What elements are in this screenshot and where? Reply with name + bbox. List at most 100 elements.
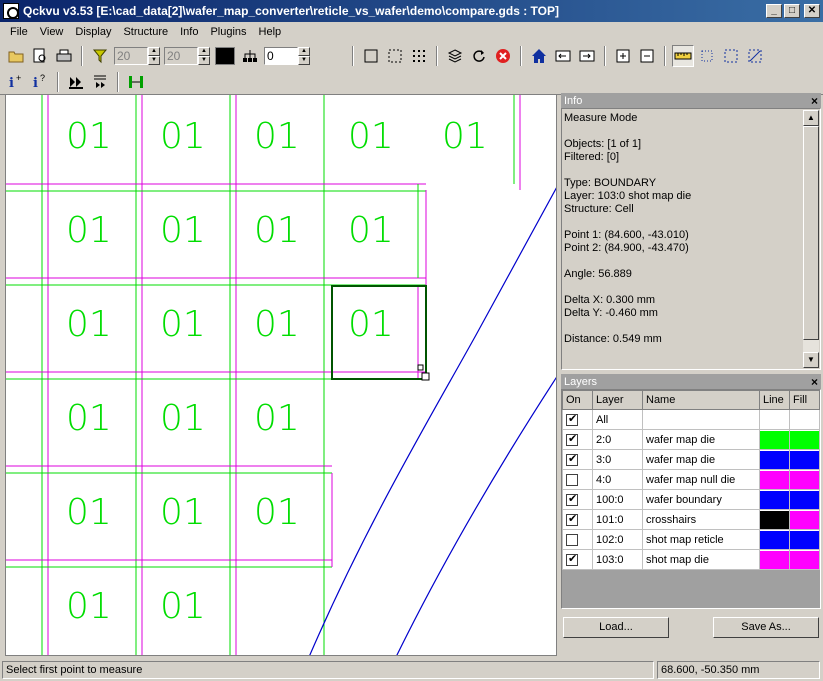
layer-line-color[interactable] — [759, 549, 790, 570]
menu-help[interactable]: Help — [253, 26, 288, 38]
layer-row[interactable]: 101:0crosshairs — [562, 509, 820, 530]
layer-visible-checkbox[interactable] — [566, 473, 578, 486]
filter-icon[interactable] — [89, 45, 111, 67]
layer-fill-color[interactable] — [789, 529, 820, 550]
stop-icon[interactable] — [492, 45, 514, 67]
layer-line-color[interactable] — [759, 469, 790, 490]
info-line: Angle: 56.889 — [564, 268, 632, 280]
layer-row[interactable]: 100:0wafer boundary — [562, 489, 820, 510]
filter-min-spinner[interactable]: 20 ▲ ▼ — [114, 47, 160, 65]
layer-fill-color[interactable] — [789, 549, 820, 570]
scroll-thumb[interactable] — [803, 126, 819, 340]
select-box-icon[interactable] — [720, 45, 742, 67]
layer-row[interactable]: All — [562, 409, 820, 430]
layout-canvas[interactable]: 01 01 01 01 01 01 01 01 01 01 01 01 01 01 01 01 01 01 01 01… — [5, 94, 557, 656]
layer-visible-checkbox[interactable] — [566, 533, 578, 546]
layer-visible-checkbox[interactable] — [566, 412, 578, 426]
forward-arrow-icon[interactable] — [576, 45, 598, 67]
measure-ruler-icon[interactable] — [672, 45, 694, 67]
layer-row[interactable]: 103:0shot map die — [562, 549, 820, 570]
info-query-icon[interactable]: i? — [29, 71, 51, 93]
scroll-up-icon[interactable]: ▲ — [803, 110, 819, 126]
layer-visible-checkbox[interactable] — [566, 432, 578, 446]
layer-line-color[interactable] — [759, 449, 790, 470]
layer-fill-color[interactable] — [789, 449, 820, 470]
menu-plugins[interactable]: Plugins — [204, 26, 252, 38]
info-scrollbar[interactable]: ▲ ▼ — [803, 110, 819, 368]
save-as-button[interactable]: Save As... — [713, 617, 819, 638]
fit-width-icon[interactable] — [125, 71, 147, 93]
info-panel-close-icon[interactable]: × — [811, 94, 818, 108]
layer-line-color[interactable] — [759, 489, 790, 510]
info-line: Filtered: [0] — [564, 151, 620, 163]
layer-line-color[interactable] — [759, 529, 790, 550]
dotted-mode-icon[interactable] — [384, 45, 406, 67]
spin-up-icon[interactable]: ▲ — [148, 47, 160, 56]
column-header-line[interactable]: Line — [759, 390, 790, 410]
maximize-button[interactable]: □ — [784, 4, 800, 18]
step-list-icon[interactable] — [89, 71, 111, 93]
spin-down-icon[interactable]: ▼ — [298, 56, 310, 65]
grid-mode-icon[interactable] — [408, 45, 430, 67]
refresh-icon[interactable] — [468, 45, 490, 67]
menu-info[interactable]: Info — [174, 26, 204, 38]
filter-max-spinner[interactable]: 20 ▲ ▼ — [164, 47, 210, 65]
layer-row[interactable]: 2:0wafer map die — [562, 429, 820, 450]
layer-line-color[interactable] — [759, 409, 790, 430]
zoom-out-icon[interactable] — [636, 45, 658, 67]
color-swatch[interactable] — [215, 47, 235, 65]
scroll-down-icon[interactable]: ▼ — [803, 352, 819, 368]
layer-row[interactable]: 4:0 wafer map null die — [562, 469, 820, 490]
zoom-in-icon[interactable] — [612, 45, 634, 67]
menu-structure[interactable]: Structure — [117, 26, 174, 38]
outline-mode-icon[interactable] — [360, 45, 382, 67]
filter-max-value[interactable]: 20 — [164, 47, 198, 65]
home-icon[interactable] — [528, 45, 550, 67]
load-button[interactable]: Load... — [563, 617, 669, 638]
close-button[interactable]: ✕ — [804, 4, 820, 18]
layer-fill-color[interactable] — [789, 489, 820, 510]
menu-view[interactable]: View — [34, 26, 70, 38]
menu-file[interactable]: File — [4, 26, 34, 38]
layer-visible-cell — [562, 549, 593, 570]
layer-line-color[interactable] — [759, 509, 790, 530]
filter-min-value[interactable]: 20 — [114, 47, 148, 65]
layer-line-color[interactable] — [759, 429, 790, 450]
minimize-button[interactable]: _ — [766, 4, 782, 18]
layer-visible-checkbox[interactable] — [566, 492, 578, 506]
back-arrow-icon[interactable] — [552, 45, 574, 67]
layer-fill-color[interactable] — [789, 509, 820, 530]
layers-panel-close-icon[interactable]: × — [811, 375, 818, 389]
column-header-on[interactable]: On — [562, 390, 593, 410]
info-line — [564, 125, 800, 138]
spin-down-icon[interactable]: ▼ — [198, 56, 210, 65]
layer-fill-color[interactable] — [789, 469, 820, 490]
layer-visible-checkbox[interactable] — [566, 552, 578, 566]
die-label: 01 — [254, 304, 300, 345]
open-folder-icon[interactable] — [5, 45, 27, 67]
spin-up-icon[interactable]: ▲ — [198, 47, 210, 56]
step-forward-icon[interactable] — [65, 71, 87, 93]
layer-row[interactable]: 102:0 shot map reticle — [562, 529, 820, 550]
print-preview-icon[interactable] — [29, 45, 51, 67]
info-add-icon[interactable]: i + — [5, 71, 27, 93]
hierarchy-depth-spinner[interactable]: 0 ▲ ▼ — [264, 47, 310, 65]
hierarchy-depth-value[interactable]: 0 — [264, 47, 298, 65]
spin-down-icon[interactable]: ▼ — [148, 56, 160, 65]
select-diagonal-icon[interactable] — [744, 45, 766, 67]
column-header-layer[interactable]: Layer — [592, 390, 643, 410]
hierarchy-icon[interactable] — [239, 45, 261, 67]
spin-up-icon[interactable]: ▲ — [298, 47, 310, 56]
column-header-fill[interactable]: Fill — [789, 390, 820, 410]
wafer-map-drawing[interactable]: 01 01 01 01 01 01 01 01 01 01 01 01 01 01 01 01 01 01 01 01… — [6, 95, 557, 656]
select-points-icon[interactable] — [696, 45, 718, 67]
layer-visible-checkbox[interactable] — [566, 452, 578, 466]
layer-visible-checkbox[interactable] — [566, 512, 578, 526]
layer-fill-color[interactable] — [789, 429, 820, 450]
layers-icon[interactable] — [444, 45, 466, 67]
layer-fill-color[interactable] — [789, 409, 820, 430]
menu-display[interactable]: Display — [69, 26, 117, 38]
column-header-name[interactable]: Name — [642, 390, 760, 410]
print-icon[interactable] — [53, 45, 75, 67]
layer-row[interactable]: 3:0wafer map die — [562, 449, 820, 470]
